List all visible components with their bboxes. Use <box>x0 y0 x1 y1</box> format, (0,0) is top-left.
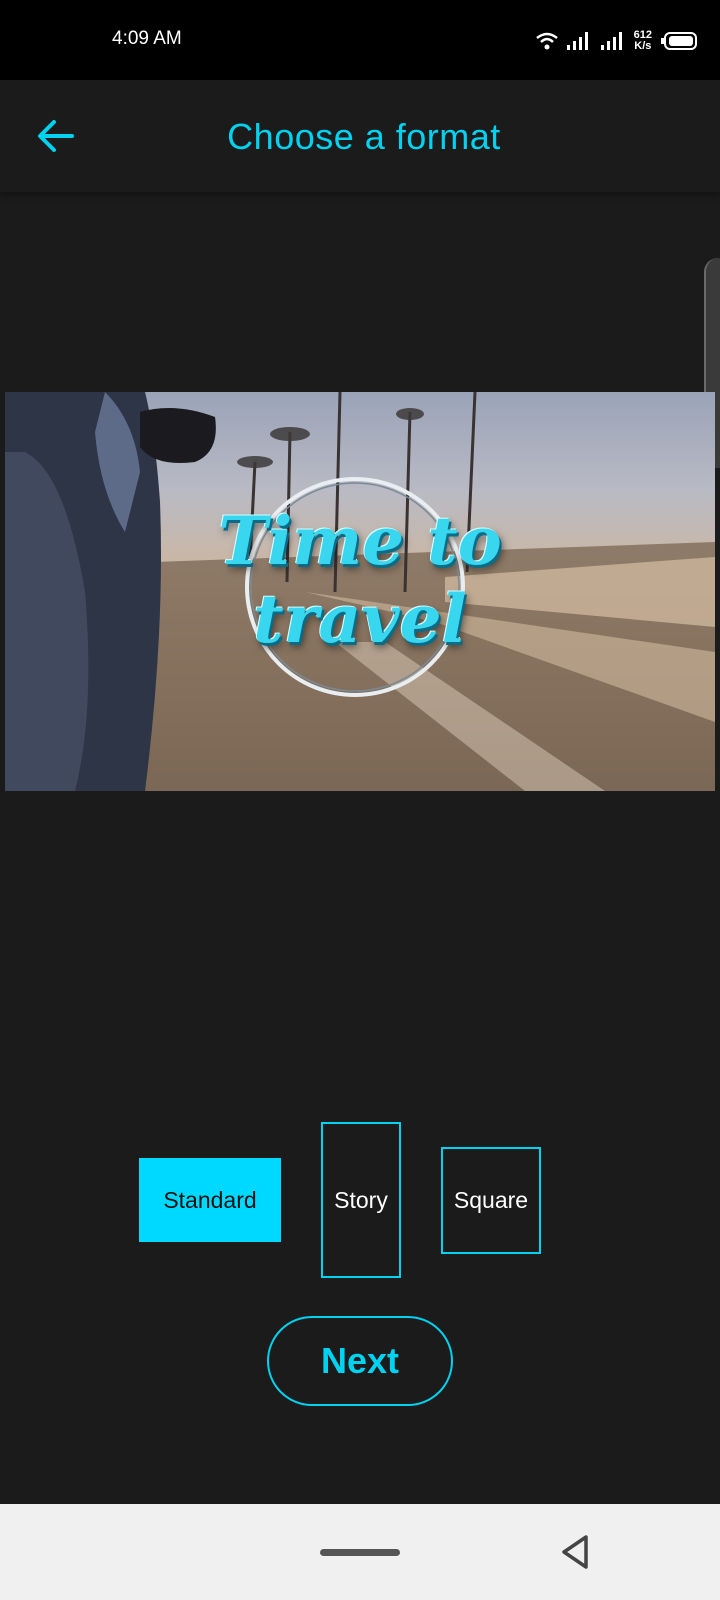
network-speed-unit: K/s <box>634 40 652 52</box>
status-icons: 612 K/s <box>535 26 698 56</box>
battery-icon <box>661 32 697 50</box>
preview-title: Time to travel <box>5 502 715 658</box>
nav-back-icon[interactable] <box>556 1532 596 1572</box>
home-gesture-pill[interactable] <box>320 1549 400 1556</box>
signal-icon <box>600 32 622 50</box>
app-bar: Choose a format <box>0 80 720 192</box>
format-standard-button[interactable]: Standard <box>139 1158 281 1242</box>
preview-title-line1: Time to <box>218 502 502 580</box>
preview-title-line2: travel <box>253 580 467 658</box>
system-nav-bar <box>0 1504 720 1600</box>
wifi-icon <box>535 32 558 50</box>
next-button[interactable]: Next <box>267 1316 453 1406</box>
signal-icon <box>566 32 588 50</box>
page-title: Choose a format <box>227 116 501 157</box>
network-speed: 612 K/s <box>634 30 652 52</box>
video-preview: Time to travel <box>5 392 715 791</box>
status-bar: 4:09 AM 612 K/s <box>0 0 720 80</box>
format-options: Standard Story Square <box>0 1120 720 1280</box>
status-time: 4:09 AM <box>112 28 182 49</box>
format-square-button[interactable]: Square <box>441 1147 541 1254</box>
format-story-button[interactable]: Story <box>321 1122 401 1278</box>
